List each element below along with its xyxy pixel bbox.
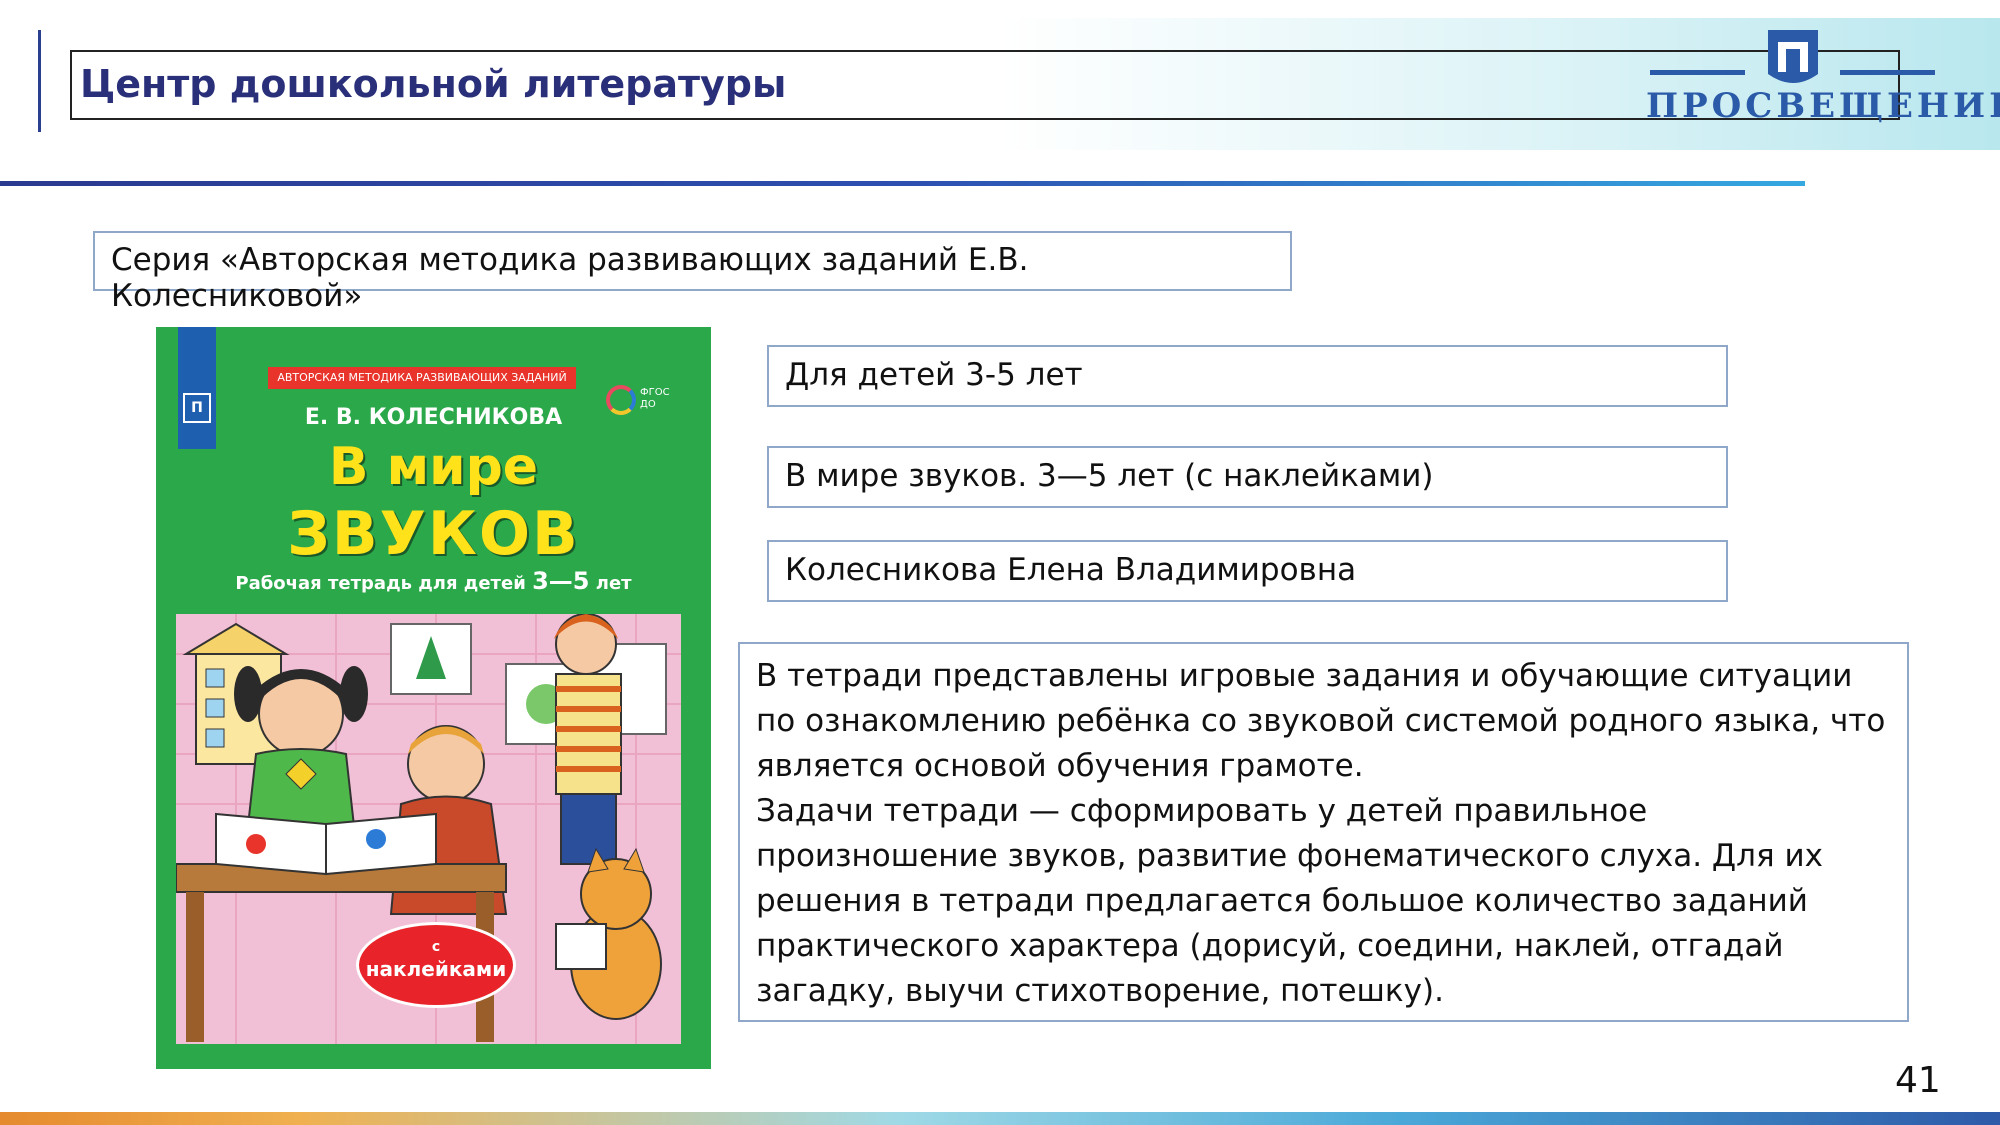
cover-subtitle: Рабочая тетрадь для детей 3—5 лет (156, 567, 711, 595)
cover-sticker-line1: с (431, 939, 441, 955)
cover-subtitle-text: Рабочая тетрадь для детей (235, 573, 526, 594)
cover-author: Е. В. КОЛЕСНИКОВА (304, 405, 563, 430)
cover-sticker-line2: наклейками (365, 957, 507, 981)
description-paragraph-2: Задачи тетради — сформировать у детей пр… (756, 793, 1823, 1009)
cover-series-banner: АВТОРСКАЯ МЕТОДИКА РАЗВИВАЮЩИХ ЗАДАНИЙ (268, 367, 576, 389)
description-box: В тетради представлены игровые задания и… (738, 642, 1909, 1022)
page-title: Центр дошкольной литературы (80, 62, 787, 106)
age-box: Для детей 3-5 лет (767, 345, 1728, 407)
cover-subtitle-age: 3—5 (532, 567, 590, 595)
cover-title-line2: ЗВУКОВ (287, 499, 580, 569)
cover-sticker-badge: с наклейками (356, 922, 516, 1008)
header-accent-line (38, 30, 41, 132)
cover-title-line1: В мире (328, 437, 539, 497)
description-paragraph-1: В тетради представлены игровые задания и… (756, 658, 1886, 784)
book-cover: П АВТОРСКАЯ МЕТОДИКА РАЗВИВАЮЩИХ ЗАДАНИЙ… (156, 327, 711, 1069)
footer-band (0, 1112, 2000, 1125)
cover-subtitle-suffix: лет (595, 573, 632, 594)
author-box: Колесникова Елена Владимировна (767, 540, 1728, 602)
header-divider (0, 181, 1805, 186)
logo-text: ПРОСВЕЩЕНИЕ (1646, 86, 2000, 126)
series-box: Серия «Авторская методика развивающих за… (93, 231, 1292, 314)
page-number: 41 (1895, 1060, 1941, 1101)
book-title-box: В мире звуков. 3—5 лет (с наклейками) (767, 446, 1728, 508)
cover-publisher-strip (178, 327, 216, 449)
